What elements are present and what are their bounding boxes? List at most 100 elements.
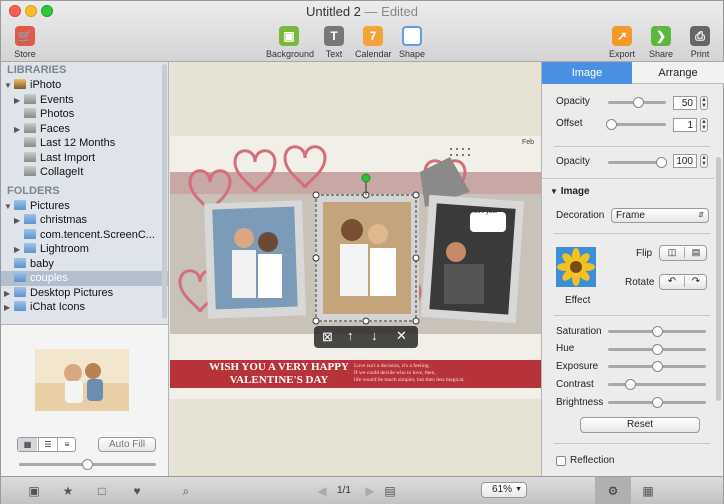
offset-stepper[interactable]: ▲ ▼	[700, 118, 708, 132]
disclosure-open-icon[interactable]: ▼	[4, 200, 14, 215]
tab-image[interactable]: Image	[542, 62, 632, 84]
slider-knob[interactable]	[652, 397, 663, 408]
sidebar-item-ichat-icons[interactable]: ▶ iChat Icons	[1, 300, 168, 315]
slider-knob[interactable]	[652, 361, 663, 372]
sidebar-scrollbar[interactable]	[162, 64, 167, 319]
decoration-select[interactable]: Frame ⇵	[611, 208, 709, 223]
layers-icon[interactable]: ▦	[641, 484, 655, 498]
rotate-segmented: ↶ ↷	[659, 274, 707, 290]
slider-knob[interactable]	[82, 459, 93, 470]
export-button[interactable]: ↗ Export	[609, 26, 635, 59]
disclosure-closed-icon[interactable]: ▶	[14, 123, 24, 138]
delete-icon[interactable]: ✕	[396, 328, 407, 344]
exposure-slider[interactable]	[608, 361, 706, 372]
bring-forward-icon[interactable]: ↑	[347, 328, 354, 343]
crop-icon[interactable]: ⊠	[322, 329, 333, 345]
detail-view-icon[interactable]: ≡	[57, 438, 76, 451]
image-section-heading[interactable]: ▼ Image	[550, 186, 590, 197]
toolbar: Untitled 2 — Edited 🛒 Store ▣ Background…	[1, 1, 723, 62]
sidebar-item-iphoto[interactable]: ▼ iPhoto	[1, 78, 168, 93]
previous-page-icon[interactable]: ◀	[315, 484, 329, 498]
background-button[interactable]: ▣ Background	[266, 26, 314, 59]
saturation-slider[interactable]	[608, 326, 706, 337]
collage-canvas[interactable]: Feb I love you! WISH YOU A VERY HAPPY VA…	[170, 62, 541, 476]
sidebar-item-lightroom[interactable]: ▶ Lightroom	[1, 242, 168, 257]
list-view-icon[interactable]: ☰	[38, 438, 57, 451]
opacity-slider[interactable]	[608, 97, 666, 108]
disclosure-closed-icon[interactable]: ▶	[14, 243, 24, 258]
sidebar-item-last-import[interactable]: Last Import	[1, 151, 168, 166]
sidebar-item-events[interactable]: ▶ Events	[1, 93, 168, 108]
folder-icon	[14, 257, 26, 268]
sidebar-item-label: com.tencent.ScreenC...	[40, 228, 155, 241]
sidebar-item-desktop-pictures[interactable]: ▶ Desktop Pictures	[1, 286, 168, 301]
auto-fill-button[interactable]: Auto Fill	[98, 437, 156, 452]
slider-knob[interactable]	[606, 119, 617, 130]
slider-knob[interactable]	[625, 379, 636, 390]
tab-arrange[interactable]: Arrange	[632, 62, 724, 84]
favorites-star-icon[interactable]: ★	[61, 484, 75, 498]
sidebar-item-photos[interactable]: Photos	[1, 107, 168, 122]
brightness-slider[interactable]	[608, 397, 706, 408]
sidebar-item-faces[interactable]: ▶ Faces	[1, 122, 168, 137]
rotate-right-icon[interactable]: ↷	[684, 276, 707, 287]
grid-view-icon[interactable]: ▦	[18, 438, 37, 451]
sidebar-item-last-12-months[interactable]: Last 12 Months	[1, 136, 168, 151]
reflection-checkbox[interactable]	[556, 456, 566, 466]
store-button[interactable]: 🛒 Store	[10, 26, 40, 59]
opacity-slider-2[interactable]	[608, 157, 667, 168]
shape-button[interactable]: Shape	[399, 26, 425, 59]
hue-slider[interactable]	[608, 344, 706, 355]
disclosure-closed-icon[interactable]: ▶	[14, 214, 24, 229]
crop-frame-icon[interactable]: □	[95, 484, 109, 498]
slider-knob[interactable]	[652, 326, 663, 337]
reset-button[interactable]: Reset	[580, 417, 700, 433]
opacity-field[interactable]: 50	[673, 96, 697, 110]
slider-knob[interactable]	[656, 157, 667, 168]
offset-field[interactable]: 1	[673, 118, 697, 132]
heart-icon[interactable]: ♥	[130, 484, 144, 498]
opacity-field-2[interactable]: 100	[673, 154, 697, 168]
sidebar-item-couples[interactable]: couples	[1, 271, 168, 286]
opacity-stepper-2[interactable]: ▲ ▼	[700, 154, 708, 168]
collage-artwork[interactable]	[170, 62, 541, 476]
flip-horizontal-icon[interactable]: ◫	[660, 247, 684, 258]
source-sidebar: LIBRARIES ▼ iPhoto ▶ Events Photos ▶ Faces …	[1, 62, 169, 324]
folders-heading: FOLDERS	[7, 184, 60, 197]
text-button[interactable]: T Text	[322, 26, 346, 59]
share-button[interactable]: ❯ Share	[649, 26, 673, 59]
calendar-button[interactable]: 7 Calendar	[355, 26, 392, 59]
contrast-slider[interactable]	[608, 379, 706, 390]
sidebar-item-pictures[interactable]: ▼ Pictures	[1, 199, 168, 214]
opacity-stepper[interactable]: ▲ ▼	[700, 96, 708, 110]
sidebar-item-christmas[interactable]: ▶ christmas	[1, 213, 168, 228]
app-window: Untitled 2 — Edited 🛒 Store ▣ Background…	[0, 0, 724, 504]
browser-icon[interactable]: ▣	[27, 484, 41, 498]
pages-icon[interactable]: ▤	[383, 484, 397, 498]
disclosure-closed-icon[interactable]: ▶	[4, 287, 14, 302]
share-label: Share	[649, 49, 674, 59]
zoom-value: 61%	[492, 484, 513, 495]
next-page-icon[interactable]: ▶	[363, 484, 377, 498]
divider	[554, 443, 710, 444]
sidebar-item-collageit[interactable]: CollageIt	[1, 165, 168, 180]
print-button[interactable]: ⎙ Print	[688, 26, 712, 59]
inspector-scrollbar[interactable]	[716, 157, 721, 401]
zoom-icon[interactable]: ⌕	[179, 484, 193, 498]
effect-thumbnail[interactable]	[556, 247, 596, 287]
rotate-left-icon[interactable]: ↶	[660, 276, 684, 287]
flip-vertical-icon[interactable]: ▤	[684, 247, 707, 258]
slider-knob[interactable]	[633, 97, 644, 108]
slider-knob[interactable]	[652, 344, 663, 355]
disclosure-closed-icon[interactable]: ▶	[14, 94, 24, 109]
disclosure-open-icon[interactable]: ▼	[4, 79, 14, 94]
zoom-select[interactable]: 61% ▼	[481, 482, 527, 498]
thumbnail-size-slider[interactable]	[19, 459, 156, 470]
offset-slider[interactable]	[606, 119, 666, 130]
sidebar-item-baby[interactable]: baby	[1, 257, 168, 272]
disclosure-closed-icon[interactable]: ▶	[4, 301, 14, 316]
sidebar-item-label: Lightroom	[40, 243, 89, 255]
send-backward-icon[interactable]: ↓	[371, 328, 378, 343]
inspector-toggle-button[interactable]: ⚙	[595, 477, 631, 504]
sidebar-item-tencent[interactable]: com.tencent.ScreenC...	[1, 228, 168, 243]
